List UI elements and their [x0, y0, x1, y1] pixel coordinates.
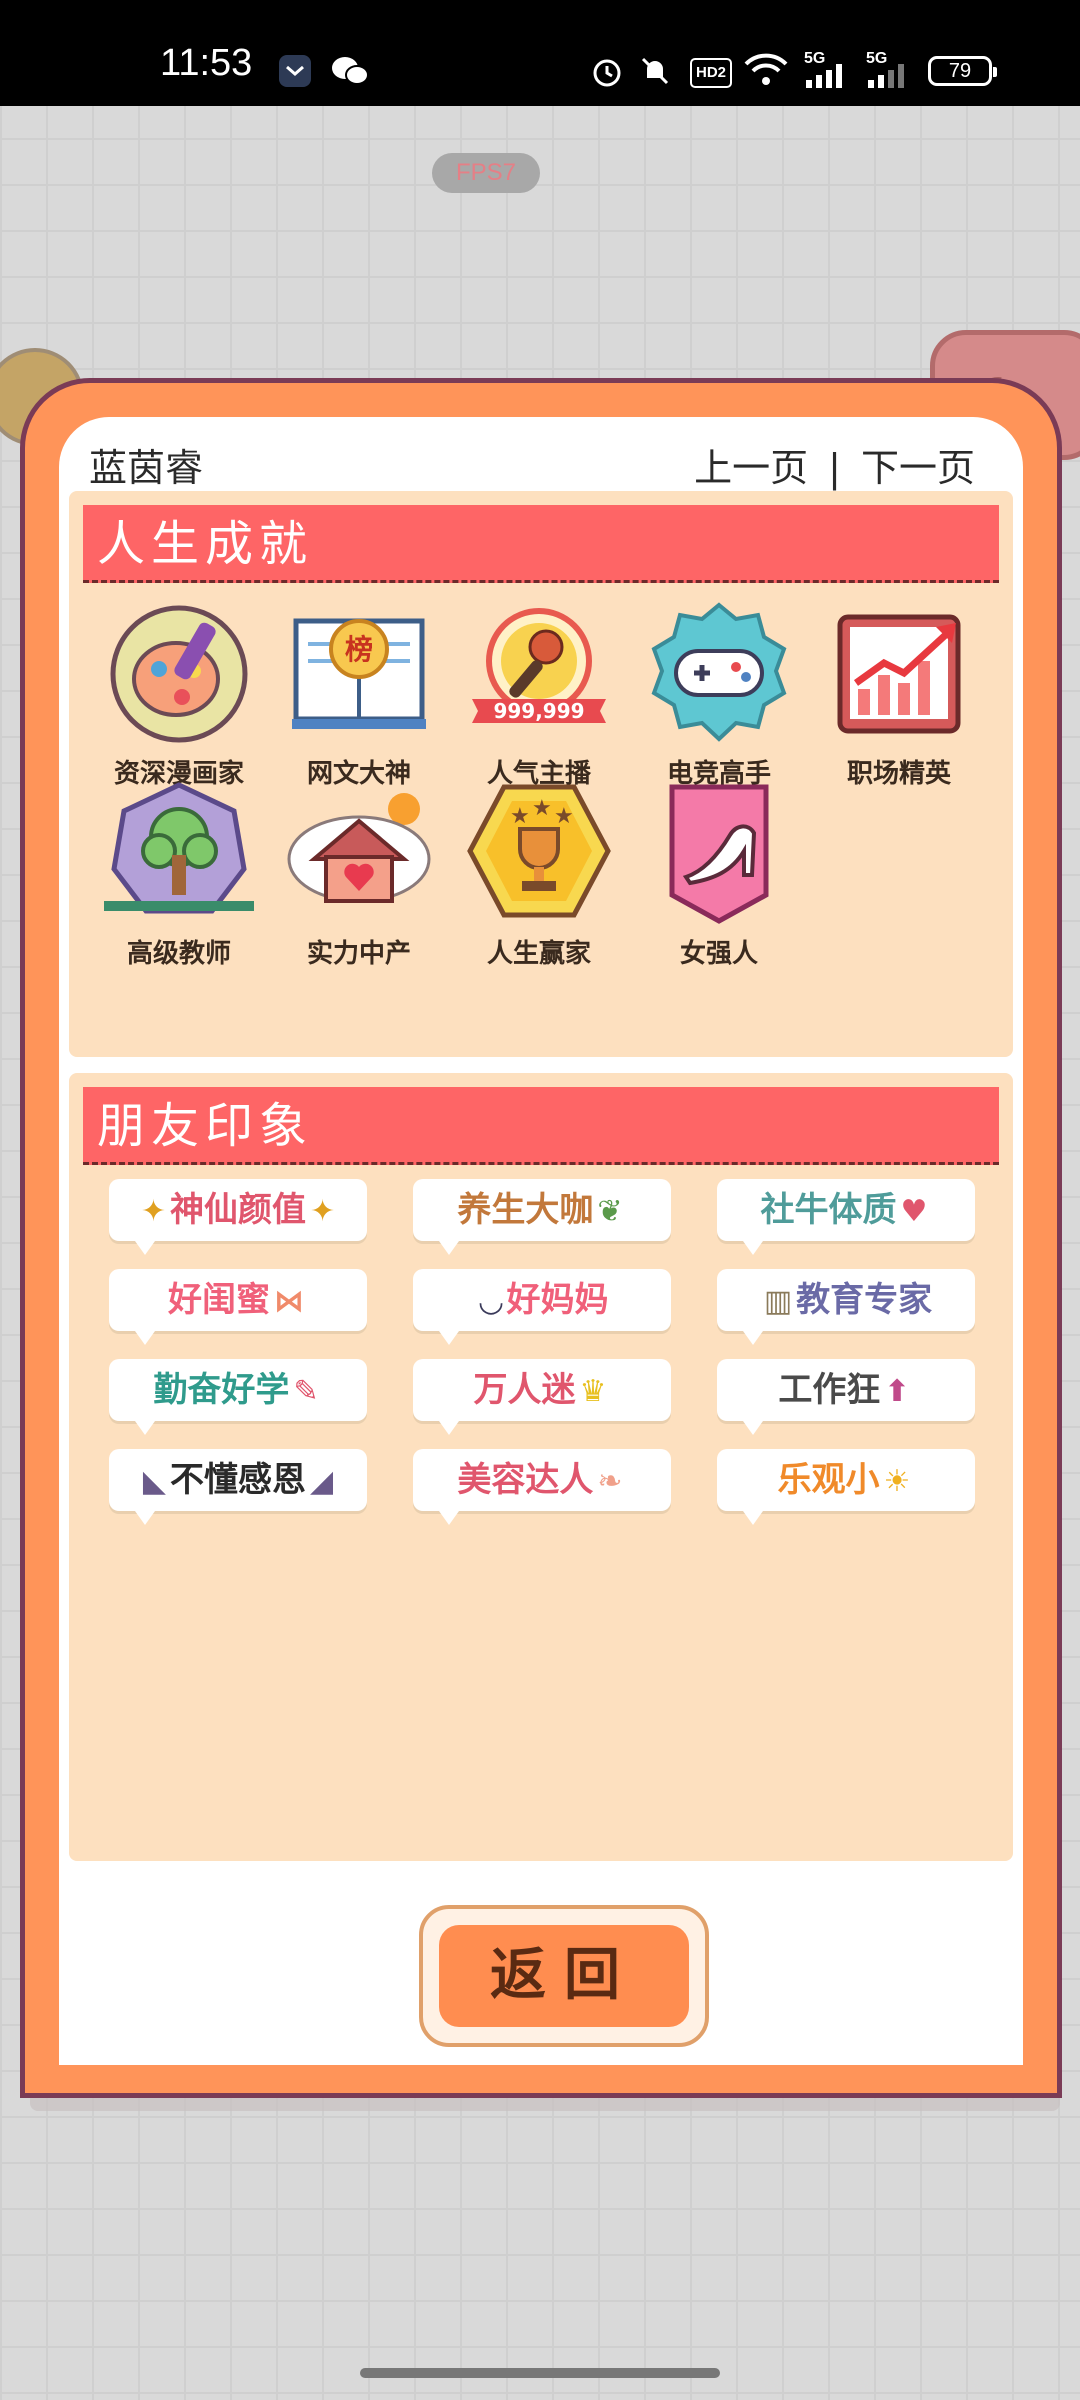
impression-label: 社牛体质	[760, 1190, 897, 1230]
notification-app-icon	[279, 55, 311, 87]
house-heart-icon	[287, 793, 431, 903]
achievement-item[interactable]: 高级教师	[99, 779, 259, 970]
home-indicator[interactable]	[360, 2368, 720, 2378]
hd-icon: HD2	[690, 58, 732, 88]
wing-icon: ❧	[597, 1464, 623, 1499]
pencil-icon: ✎	[293, 1374, 319, 1409]
impression-tag: 乐观小 ☀	[717, 1449, 975, 1525]
player-name: 蓝茵睿	[89, 446, 204, 490]
impression-label: 好闺蜜	[168, 1280, 270, 1320]
anger-mark-icon: ◢	[310, 1464, 334, 1499]
impression-label: 乐观小	[777, 1460, 880, 1500]
profile-dialog: 蓝茵睿 上一页 | 下一页 人生成就 资深漫画家 榜 网文大神 999,999 …	[20, 378, 1062, 2098]
achievement-item[interactable]: 资深漫画家	[99, 599, 259, 790]
impression-tag: 美容达人 ❧	[413, 1449, 671, 1525]
svg-text:★: ★	[510, 804, 530, 829]
bow-icon: ⋈	[274, 1284, 304, 1319]
book-rank-icon: 榜	[292, 618, 426, 729]
achievement-label: 人生赢家	[486, 939, 591, 969]
svg-text:★: ★	[554, 804, 574, 829]
achievement-label: 职场精英	[846, 759, 951, 789]
impression-label: 不懂感恩	[170, 1460, 306, 1500]
smile-icon: ◡	[479, 1284, 503, 1319]
gamepad-icon	[651, 602, 787, 742]
sparkle-icon: ✦	[310, 1194, 336, 1229]
impression-tag: 社牛体质 ♥	[717, 1179, 975, 1255]
impression-tag: 万人迷 ♛	[413, 1359, 671, 1435]
impression-label: 教育专家	[796, 1280, 933, 1320]
wifi-icon	[744, 53, 788, 85]
alarm-icon	[593, 59, 621, 87]
signal-1-icon	[806, 64, 842, 88]
anger-mark-icon: ◣	[142, 1464, 166, 1499]
impression-tag: 勤奋好学 ✎	[109, 1359, 367, 1435]
achievements-panel: 人生成就 资深漫画家 榜 网文大神 999,999 人气主播 电竞高手 职场精英…	[69, 491, 1013, 1057]
fps-counter: FPS7	[432, 153, 540, 193]
pager-separator: |	[828, 446, 841, 490]
wechat-icon	[332, 57, 369, 85]
crown-icon: ♛	[579, 1374, 607, 1409]
heart-bubble-icon: ♥	[900, 1194, 928, 1229]
high-heel-icon	[669, 784, 769, 924]
pager: 上一页 | 下一页	[694, 437, 975, 492]
trophy-icon: ★ ★ ★	[467, 784, 611, 918]
impression-tag: ▥ 教育专家	[717, 1269, 975, 1345]
achievement-item[interactable]: 榜 网文大神	[279, 599, 439, 790]
signal-2-icon	[868, 64, 904, 88]
achievement-label: 高级教师	[126, 939, 231, 969]
achievement-item[interactable]: 999,999 人气主播	[459, 599, 619, 790]
impression-label: 美容达人	[457, 1460, 594, 1500]
svg-text:★: ★	[532, 796, 552, 821]
impression-tag: 工作狂 ⬆	[717, 1359, 975, 1435]
growth-chart-icon	[837, 614, 961, 734]
impression-tag: ◣ 不懂感恩 ◢	[109, 1449, 367, 1525]
next-page-button[interactable]: 下一页	[861, 437, 975, 492]
prev-page-button[interactable]: 上一页	[694, 437, 808, 492]
back-button[interactable]: 返回	[419, 1905, 709, 2047]
sun-icon: ☀	[883, 1464, 911, 1499]
impression-label: 养生大咖	[457, 1190, 594, 1230]
book-icon: ▥	[763, 1284, 793, 1319]
achievement-item[interactable]: 职场精英	[819, 599, 979, 790]
impressions-title: 朋友印象	[83, 1087, 999, 1165]
rank-badge-text: 榜	[345, 633, 373, 666]
tree-book-icon	[104, 782, 254, 914]
impression-label: 万人迷	[473, 1370, 576, 1410]
impressions-panel: 朋友印象 ✦ 神仙颜值 ✦ 养生大咖 ❦ 社牛体质 ♥ 好闺蜜 ⋈ ◡ 好妈妈 ▥ 教育专家 …	[69, 1073, 1013, 1861]
battery-indicator: 79	[928, 56, 997, 86]
achievements-title: 人生成就	[83, 505, 999, 583]
achievement-item[interactable]: 女强人	[639, 779, 799, 970]
impression-tag: ◡ 好妈妈	[413, 1269, 671, 1345]
sparkle-icon: ✦	[140, 1194, 166, 1229]
dialog-content: 蓝茵睿 上一页 | 下一页 人生成就 资深漫画家 榜 网文大神 999,999 …	[59, 417, 1023, 2065]
back-button-label: 返回	[439, 1925, 689, 2027]
achievement-label: 女强人	[679, 939, 758, 969]
impression-label: 工作狂	[778, 1370, 881, 1410]
leaf-icon: ❦	[597, 1194, 623, 1229]
mute-icon	[641, 57, 669, 85]
microphone-icon: 999,999	[472, 608, 606, 723]
follower-count: 999,999	[493, 699, 584, 723]
impression-label: 神仙颜值	[170, 1190, 306, 1230]
achievement-item[interactable]: 电竞高手	[639, 599, 799, 790]
achievement-item[interactable]: 实力中产	[279, 779, 439, 970]
status-bar: 11:53 HD2 5G 5G 79	[0, 0, 1080, 106]
impression-tag: 好闺蜜 ⋈	[109, 1269, 367, 1345]
impression-label: 勤奋好学	[153, 1370, 290, 1410]
impression-tag: 养生大咖 ❦	[413, 1179, 671, 1255]
achievement-item[interactable]: ★ ★ ★ 人生赢家	[459, 779, 619, 970]
status-time: 11:53	[160, 42, 253, 84]
impression-label: 好妈妈	[506, 1280, 609, 1320]
impression-tag: ✦ 神仙颜值 ✦	[109, 1179, 367, 1255]
palette-icon	[110, 605, 248, 743]
arrow-up-icon: ⬆	[884, 1374, 910, 1409]
achievement-label: 实力中产	[306, 939, 411, 969]
